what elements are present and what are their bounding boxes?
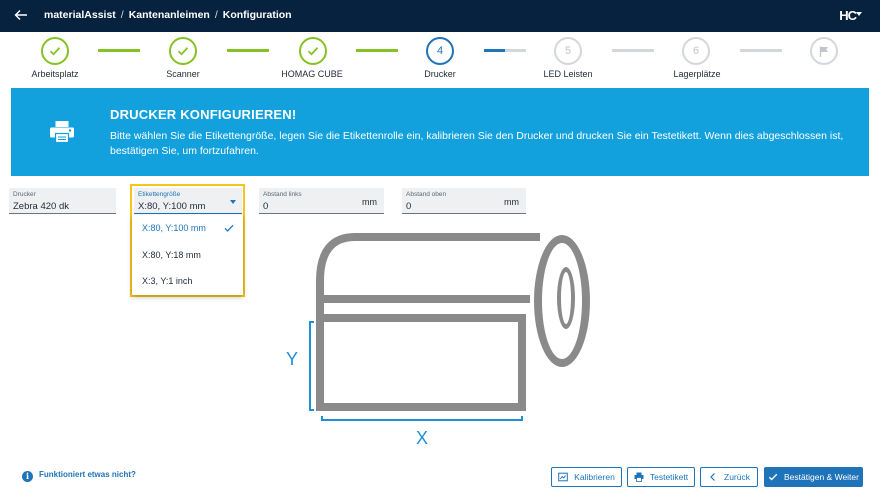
printer-icon [49, 120, 75, 144]
check-icon [224, 224, 234, 232]
step-5-circle: 5 [554, 37, 582, 65]
breadcrumb-item[interactable]: materialAssist [44, 9, 116, 21]
caret-down-icon[interactable] [856, 12, 862, 16]
x-dimension-label: X [416, 428, 429, 448]
back-arrow-icon[interactable] [12, 6, 30, 24]
instruction-banner: DRUCKER KONFIGURIEREN! Bitte wählen Sie … [11, 88, 869, 176]
label-sheet [316, 314, 526, 411]
step-finish-flag-icon [810, 37, 838, 65]
offset-top-unit: mm [504, 197, 519, 207]
offset-left-unit: mm [362, 197, 377, 207]
confirm-continue-button[interactable]: Bestätigen & Weiter [764, 467, 863, 487]
y-dimension-bracket [309, 321, 314, 411]
offset-left-field[interactable]: Abstand links 0 mm [259, 188, 384, 214]
check-icon [768, 473, 778, 481]
step-label: HOMAG CUBE [281, 69, 343, 79]
step-3-check-icon[interactable] [299, 37, 327, 65]
label-roll-illustration [280, 226, 600, 456]
step-label: Lagerplätze [673, 69, 721, 79]
banner-text: Bitte wählen Sie die Etikettengröße, leg… [110, 130, 844, 157]
offset-top-field[interactable]: Abstand oben 0 mm [402, 188, 526, 214]
chevron-left-icon [710, 473, 715, 481]
step-label: Arbeitsplatz [31, 69, 79, 79]
calibrate-icon [558, 472, 568, 482]
dropdown-option[interactable]: X:80, Y:100 mm [132, 215, 243, 241]
step-label: LED Leisten [543, 69, 593, 79]
dropdown-option[interactable]: X:80, Y:18 mm [132, 242, 243, 268]
dropdown-option[interactable]: X:3, Y:1 inch [132, 268, 243, 294]
brand-logo[interactable]: HC [839, 8, 857, 23]
step-6-circle: 6 [682, 37, 710, 65]
step-2-check-icon[interactable] [169, 37, 197, 65]
step-label: Scanner [166, 69, 200, 79]
step-1-check-icon[interactable] [41, 37, 69, 65]
breadcrumb-item-current: Konfiguration [222, 9, 292, 21]
breadcrumb-item[interactable]: Kantenanleimen [129, 9, 210, 21]
offset-top-value: 0 [406, 201, 412, 212]
calibrate-button[interactable]: Kalibrieren [551, 467, 622, 487]
step-connector [740, 49, 782, 52]
step-connector [98, 49, 140, 52]
progress-stepper: 4 5 6 Arbeitsplatz Scanner HOMAG CUBE Dr… [0, 32, 880, 88]
test-label-button-label: Testetikett [649, 472, 689, 482]
confirm-button-label: Bestätigen & Weiter [784, 472, 859, 482]
printer-field-label: Drucker [13, 191, 36, 198]
step-connector [227, 49, 269, 52]
step-label: Drucker [424, 69, 456, 79]
printer-field-value: Zebra 420 dk [13, 201, 69, 212]
back-button[interactable]: Zurück [700, 467, 758, 487]
printer-field[interactable]: Drucker Zebra 420 dk [9, 188, 116, 214]
offset-left-label: Abstand links [263, 191, 302, 198]
help-link[interactable]: i Funktioniert etwas nicht? [22, 470, 136, 482]
breadcrumb: materialAssist / Kantenanleimen / Konfigurat… [44, 9, 292, 21]
top-bar: materialAssist / Kantenanleimen / Konfigurat… [0, 0, 880, 32]
step-connector [484, 49, 526, 52]
label-size-dropdown: X:80, Y:100 mm X:80, Y:18 mm X:3, Y:1 in… [132, 215, 243, 295]
y-dimension-label: Y [286, 349, 299, 369]
help-text: Funktioniert etwas nicht? [39, 470, 136, 479]
banner-title: DRUCKER KONFIGURIEREN! [110, 107, 297, 122]
test-label-button[interactable]: Testetikett [627, 467, 695, 487]
x-dimension-bracket [321, 416, 523, 421]
step-connector [612, 49, 654, 52]
calibrate-button-label: Kalibrieren [574, 472, 615, 482]
info-icon: i [22, 471, 33, 482]
roll-body [316, 233, 540, 282]
back-button-label: Zurück [724, 472, 750, 482]
step-4-circle[interactable]: 4 [426, 37, 454, 65]
printer-icon [634, 472, 644, 482]
step-connector [356, 49, 398, 52]
offset-left-value: 0 [263, 201, 269, 212]
offset-top-label: Abstand oben [406, 191, 447, 198]
